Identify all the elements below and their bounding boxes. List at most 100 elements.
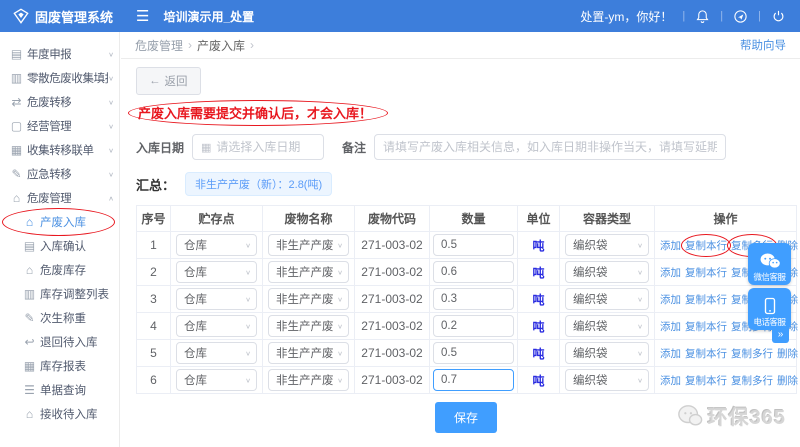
sidebar-subitem[interactable]: ▦ 库存报表 — [0, 354, 119, 378]
waste-name-select[interactable]: 非生产产废 ∨ — [268, 342, 349, 364]
column-header: 操作 — [654, 205, 797, 232]
guide-send-icon[interactable] — [733, 9, 748, 24]
waste-stock-icon: ⌂ — [25, 263, 34, 277]
action-add[interactable]: 添加 — [660, 240, 681, 252]
sidebar-subitem[interactable]: ⌂ 危废库存 — [0, 258, 119, 282]
sidebar-subitem[interactable]: ☰ 单据查询 — [0, 378, 119, 402]
waste-name-select[interactable]: 非生产产废 ∨ — [268, 288, 349, 310]
workspace-tab[interactable]: 培训演示用_处置 — [163, 8, 254, 25]
sidebar-subitem[interactable]: ↩ 退回待入库 — [0, 330, 119, 354]
table-header-row: 序号 贮存点 废物名称 废物代码 数量 单位 容器类型 操作 — [136, 205, 797, 232]
container-type-select[interactable]: 编织袋 ∨ — [565, 234, 649, 256]
sidebar-item[interactable]: ⇄ 危废转移 ∨ — [0, 90, 119, 114]
row-index: 1 — [136, 231, 171, 259]
secondary-weigh-icon: ✎ — [24, 311, 35, 325]
quantity-input[interactable] — [433, 369, 514, 391]
quantity-input[interactable] — [433, 315, 514, 337]
storage-select[interactable]: 仓库 ∨ — [176, 342, 257, 364]
action-copy-row[interactable]: 复制本行 — [685, 321, 727, 333]
column-header: 容器类型 — [559, 205, 655, 232]
main-panel: 危废管理 › 产废入库 › 帮助向导 ← 返回 产废入库需要提交并确认后，才会入… — [121, 32, 800, 447]
action-copy-row[interactable]: 复制本行 — [685, 348, 727, 360]
waste-name-select[interactable]: 非生产产废 ∨ — [268, 369, 349, 391]
logout-power-icon[interactable] — [771, 9, 786, 24]
save-button[interactable]: 保存 — [434, 402, 497, 433]
notification-bell-icon[interactable] — [695, 9, 710, 24]
sidebar-item[interactable]: ▥ 零散危废收集填报 ∨ — [0, 66, 119, 90]
container-type-select[interactable]: 编织袋 ∨ — [565, 369, 649, 391]
action-add[interactable]: 添加 — [660, 267, 681, 279]
action-add[interactable]: 添加 — [660, 294, 681, 306]
remark-box[interactable] — [374, 134, 727, 160]
container-type-select[interactable]: 编织袋 ∨ — [565, 288, 649, 310]
chevron-down-icon: ∨ — [637, 322, 643, 330]
sidebar-subitem[interactable]: ⌂ 接收待入库 — [0, 402, 119, 426]
summary-row: 汇总： 非生产产废（新）：2.8(吨) — [136, 172, 792, 196]
hamburger-menu-icon[interactable]: ☰ — [136, 7, 149, 25]
service-float-stack: 微信客服 电话客服 — [748, 243, 791, 333]
sidebar-item[interactable]: ▢ 经营管理 ∨ — [0, 114, 119, 138]
quantity-input[interactable] — [433, 342, 514, 364]
quantity-input[interactable] — [433, 234, 514, 256]
breadcrumb-level1[interactable]: 危废管理 — [135, 37, 183, 54]
back-button[interactable]: ← 返回 — [136, 67, 201, 95]
chevron-down-icon: ∨ — [245, 322, 251, 330]
chevron-down-icon: ∨ — [637, 268, 643, 276]
phone-service-button[interactable]: 电话客服 — [748, 288, 791, 330]
sidebar-subitem[interactable]: ✎ 次生称重 — [0, 306, 119, 330]
sidebar-subitem[interactable]: ⌂ 产废入库 — [0, 208, 119, 236]
breadcrumb-level2[interactable]: 产废入库 — [197, 37, 245, 54]
action-copy-row[interactable]: 复制本行 — [685, 294, 727, 306]
quantity-input[interactable] — [433, 288, 514, 310]
storage-select[interactable]: 仓库 ∨ — [176, 315, 257, 337]
help-guide-link[interactable]: 帮助向导 — [740, 37, 786, 53]
container-type-select[interactable]: 编织袋 ∨ — [565, 261, 649, 283]
wechat-service-button[interactable]: 微信客服 — [748, 243, 791, 285]
sidebar-item[interactable]: ✎ 应急转移 ∨ — [0, 162, 119, 186]
storage-select[interactable]: 仓库 ∨ — [176, 369, 257, 391]
container-type-select[interactable]: 编织袋 ∨ — [565, 315, 649, 337]
sidebar-subitem[interactable]: ▤ 入库确认 — [0, 234, 119, 258]
sidebar-item[interactable]: ▦ 收集转移联单 ∨ — [0, 138, 119, 162]
action-add[interactable]: 添加 — [660, 321, 681, 333]
unit-label: 吨 — [532, 319, 545, 334]
remark-input[interactable] — [383, 140, 718, 154]
waste-name-select[interactable]: 非生产产废 ∨ — [268, 234, 349, 256]
sidebar-item[interactable]: ▤ 年度申报 ∨ — [0, 42, 119, 66]
receive-pending-icon: ⌂ — [25, 407, 34, 421]
action-copy-row[interactable]: 复制本行 — [685, 375, 727, 387]
sidebar-item[interactable]: ⌂ 危废管理 ∧ — [0, 186, 119, 210]
action-add[interactable]: 添加 — [660, 375, 681, 387]
quantity-input[interactable] — [433, 261, 514, 283]
waste-code: 271-003-02 — [354, 366, 430, 394]
wechat-service-label: 微信客服 — [753, 272, 786, 282]
inbound-table: 序号 贮存点 废物名称 废物代码 数量 单位 容器类型 操作 1 仓库 ∨ 非生产产废 ∨ 271-00… — [136, 205, 798, 394]
waste-name-select[interactable]: 非生产产废 ∨ — [268, 315, 349, 337]
chevron-down-icon: ∨ — [245, 295, 251, 303]
waste-code: 271-003-02 — [354, 285, 430, 313]
inbound-date-picker[interactable]: ▦ — [192, 134, 325, 160]
storage-select[interactable]: 仓库 ∨ — [176, 261, 257, 283]
action-copy-multi[interactable]: 复制多行 — [731, 348, 773, 360]
sidebar-subitem[interactable]: ▥ 库存调整列表 — [0, 282, 119, 306]
action-copy-multi[interactable]: 复制多行 — [731, 375, 773, 387]
row-index: 5 — [136, 339, 171, 367]
chevron-down-icon: ∨ — [245, 241, 251, 249]
inbound-date-input[interactable] — [216, 140, 316, 154]
action-copy-row[interactable]: 复制本行 — [685, 267, 727, 279]
table-row: 1仓库∨非生产产废∨271-003-02吨编织袋∨添加复制本行复制多行删除 — [136, 231, 798, 259]
storage-select[interactable]: 仓库 ∨ — [176, 288, 257, 310]
action-delete[interactable]: 删除 — [777, 348, 798, 360]
action-delete[interactable]: 删除 — [777, 375, 798, 387]
container-type-select[interactable]: 编织袋 ∨ — [565, 342, 649, 364]
action-copy-row[interactable]: 复制本行 — [685, 240, 727, 252]
column-header: 数量 — [429, 205, 518, 232]
action-add[interactable]: 添加 — [660, 348, 681, 360]
collapse-arrow-button[interactable]: » — [772, 326, 789, 343]
chevron-down-icon: ∨ — [108, 122, 114, 130]
storage-select[interactable]: 仓库 ∨ — [176, 234, 257, 256]
brand-watermark: 环保365 — [677, 401, 786, 430]
waste-code: 271-003-02 — [354, 258, 430, 286]
waste-name-select[interactable]: 非生产产废 ∨ — [268, 261, 349, 283]
chevron-down-icon: ∨ — [108, 146, 114, 154]
